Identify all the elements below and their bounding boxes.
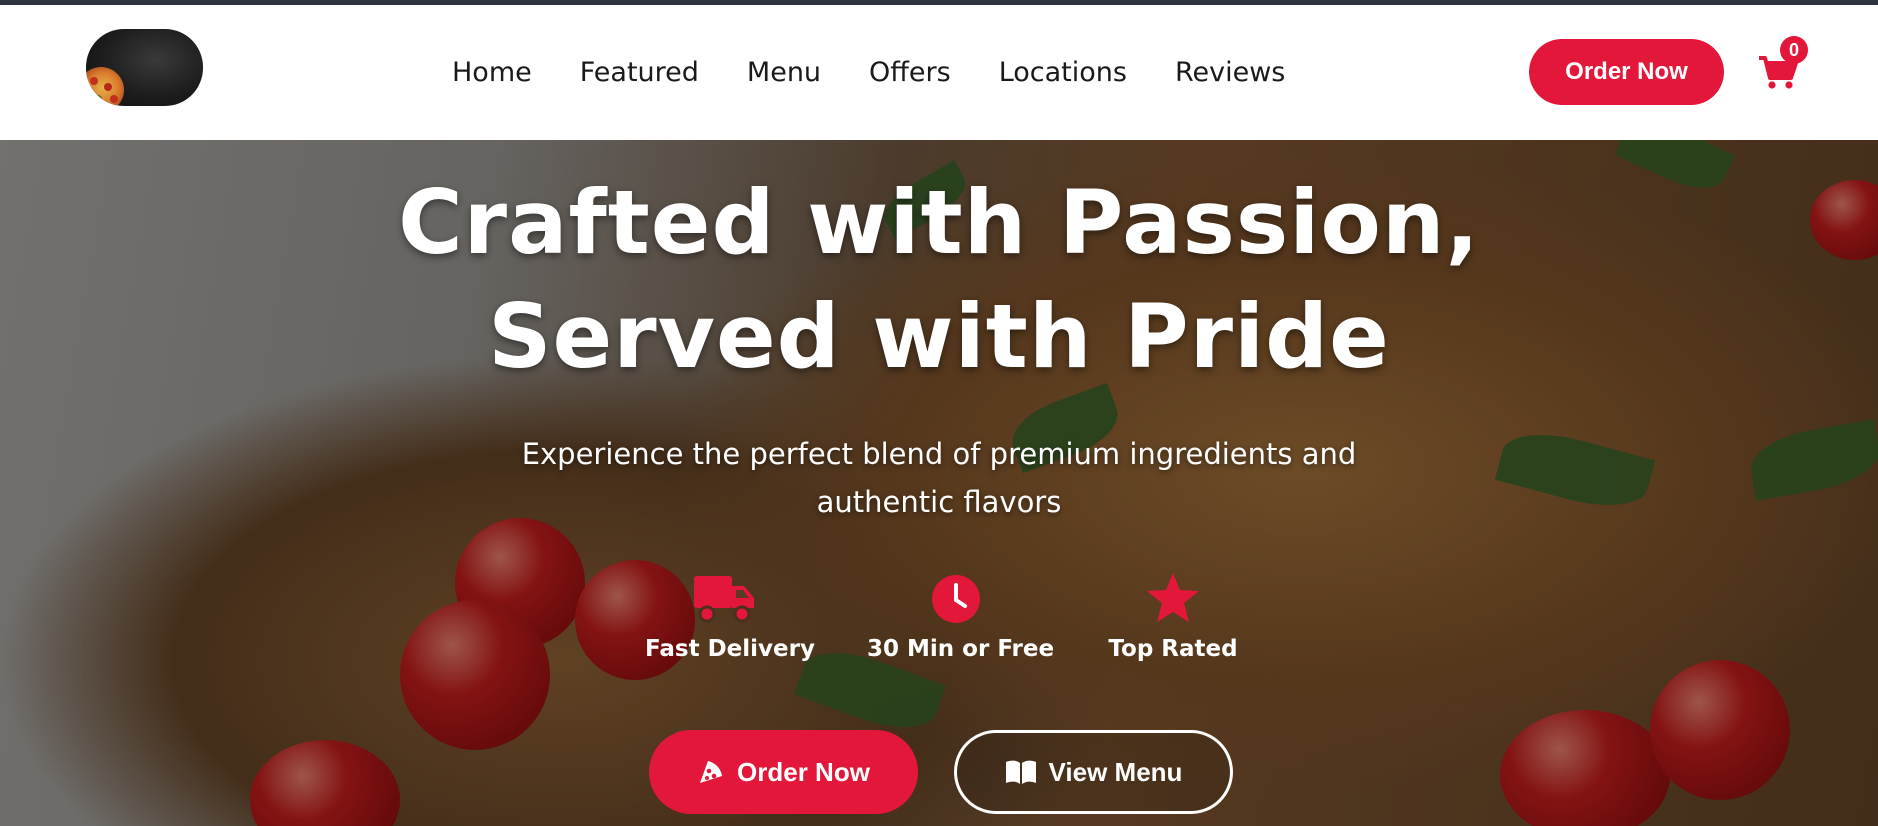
hero-view-menu-label: View Menu [1048,756,1183,787]
nav-link-home[interactable]: Home [452,57,532,88]
hero-title: Crafted with Passion, Served with Pride [0,166,1878,394]
feature-fast-delivery: Fast Delivery [645,568,815,662]
pizza-slice-icon [697,758,725,786]
brand-logo[interactable] [86,29,203,106]
hero-order-now-button[interactable]: Order Now [649,730,918,814]
main-nav: Home Featured Menu Offers Locations Revi… [452,5,1285,140]
nav-link-reviews[interactable]: Reviews [1175,57,1285,88]
feature-label: 30 Min or Free [867,636,1055,662]
nav-link-locations[interactable]: Locations [999,57,1127,88]
hero-subtitle-line-1: Experience the perfect blend of premium … [521,437,1357,471]
hero-section: Crafted with Passion, Served with Pride … [0,140,1878,826]
nav-link-featured[interactable]: Featured [580,57,699,88]
nav-link-menu[interactable]: Menu [747,57,821,88]
hero-order-now-label: Order Now [737,756,870,787]
nav-link-offers[interactable]: Offers [869,57,951,88]
hero-view-menu-button[interactable]: View Menu [954,730,1233,814]
hero-subtitle: Experience the perfect blend of premium … [489,430,1389,526]
star-icon [1147,573,1199,622]
clock-icon [932,575,980,623]
nav-order-now-button[interactable]: Order Now [1529,39,1724,105]
feature-label: Fast Delivery [645,636,815,662]
navbar: Home Featured Menu Offers Locations Revi… [0,5,1878,140]
book-open-icon [1005,759,1037,785]
hero-title-line-1: Crafted with Passion, [398,171,1480,274]
hero-title-line-2: Served with Pride [488,285,1390,388]
pizza-logo-icon [86,67,124,106]
feature-top-rated: Top Rated [1107,568,1239,662]
feature-30-min: 30 Min or Free [867,568,1055,662]
truck-icon [694,576,754,623]
hero-subtitle-line-2: authentic flavors [816,485,1062,519]
feature-label: Top Rated [1108,636,1238,662]
cart-count-badge: 0 [1780,36,1808,64]
